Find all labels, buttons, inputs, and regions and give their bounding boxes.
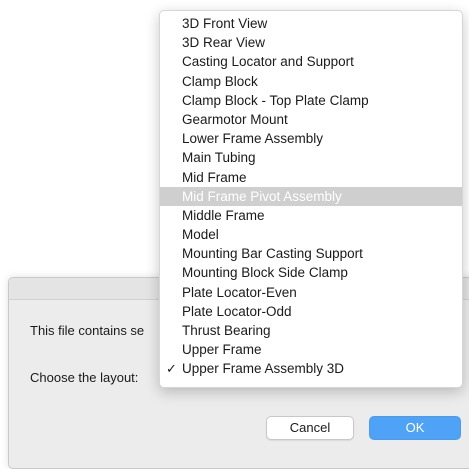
menu-item-label: Lower Frame Assembly — [182, 131, 324, 147]
menu-item-label: Mounting Bar Casting Support — [182, 246, 363, 262]
menu-item[interactable]: Plate Locator-Odd — [160, 302, 462, 321]
dialog-message: This file contains se — [30, 323, 145, 338]
ok-button[interactable]: OK — [369, 416, 461, 440]
menu-item-label: Main Tubing — [182, 150, 256, 166]
menu-item-label: Mid Frame — [182, 169, 247, 185]
menu-item[interactable]: 3D Rear View — [160, 33, 462, 52]
menu-item[interactable]: Main Tubing — [160, 148, 462, 167]
menu-item-label: Mid Frame Pivot Assembly — [182, 188, 342, 204]
menu-item[interactable]: Mounting Block Side Clamp — [160, 263, 462, 282]
menu-item-label: Gearmotor Mount — [182, 111, 288, 127]
checkmark-icon: ✓ — [166, 361, 177, 377]
menu-item-label: Plate Locator-Odd — [182, 303, 292, 319]
cancel-button[interactable]: Cancel — [266, 416, 354, 440]
menu-item[interactable]: Gearmotor Mount — [160, 110, 462, 129]
menu-item-label: 3D Rear View — [182, 35, 266, 51]
menu-item-label: Clamp Block - Top Plate Clamp — [182, 92, 369, 108]
menu-item-label: Middle Frame — [182, 207, 265, 223]
menu-item[interactable]: Upper Frame — [160, 340, 462, 359]
menu-item[interactable]: Model — [160, 225, 462, 244]
menu-item[interactable]: Lower Frame Assembly — [160, 129, 462, 148]
menu-item-label: Upper Frame Assembly 3D — [182, 361, 345, 377]
menu-item-label: Mounting Block Side Clamp — [182, 265, 348, 281]
menu-item-label: Thrust Bearing — [182, 323, 271, 338]
menu-item[interactable]: Mid Frame Pivot Assembly — [160, 186, 462, 206]
menu-item[interactable]: Mounting Bar Casting Support — [160, 244, 462, 263]
layout-popup-menu: 3D Front View 3D Rear View Casting Locat… — [159, 10, 463, 388]
menu-item-label: Upper Frame — [182, 342, 262, 358]
menu-item[interactable]: Middle Frame — [160, 206, 462, 225]
menu-item[interactable]: Plate Locator-Even — [160, 283, 462, 302]
layout-label: Choose the layout: — [30, 370, 139, 385]
menu-item[interactable]: Clamp Block - Top Plate Clamp — [160, 91, 462, 110]
menu-item-label: Model — [182, 227, 219, 243]
menu-item[interactable]: Casting Locator and Support — [160, 52, 462, 71]
menu-item[interactable]: Thrust Bearing — [160, 321, 462, 340]
menu-item-label: Clamp Block — [182, 73, 258, 89]
menu-item[interactable]: 3D Front View — [160, 14, 462, 33]
menu-item[interactable]: ✓ Upper Frame Assembly 3D — [160, 359, 462, 378]
menu-item[interactable]: Clamp Block — [160, 72, 462, 91]
menu-item-label: Plate Locator-Even — [182, 284, 297, 300]
menu-item[interactable]: Mid Frame — [160, 168, 462, 187]
menu-item-label: Casting Locator and Support — [182, 54, 354, 70]
menu-item-label: 3D Front View — [182, 16, 268, 31]
